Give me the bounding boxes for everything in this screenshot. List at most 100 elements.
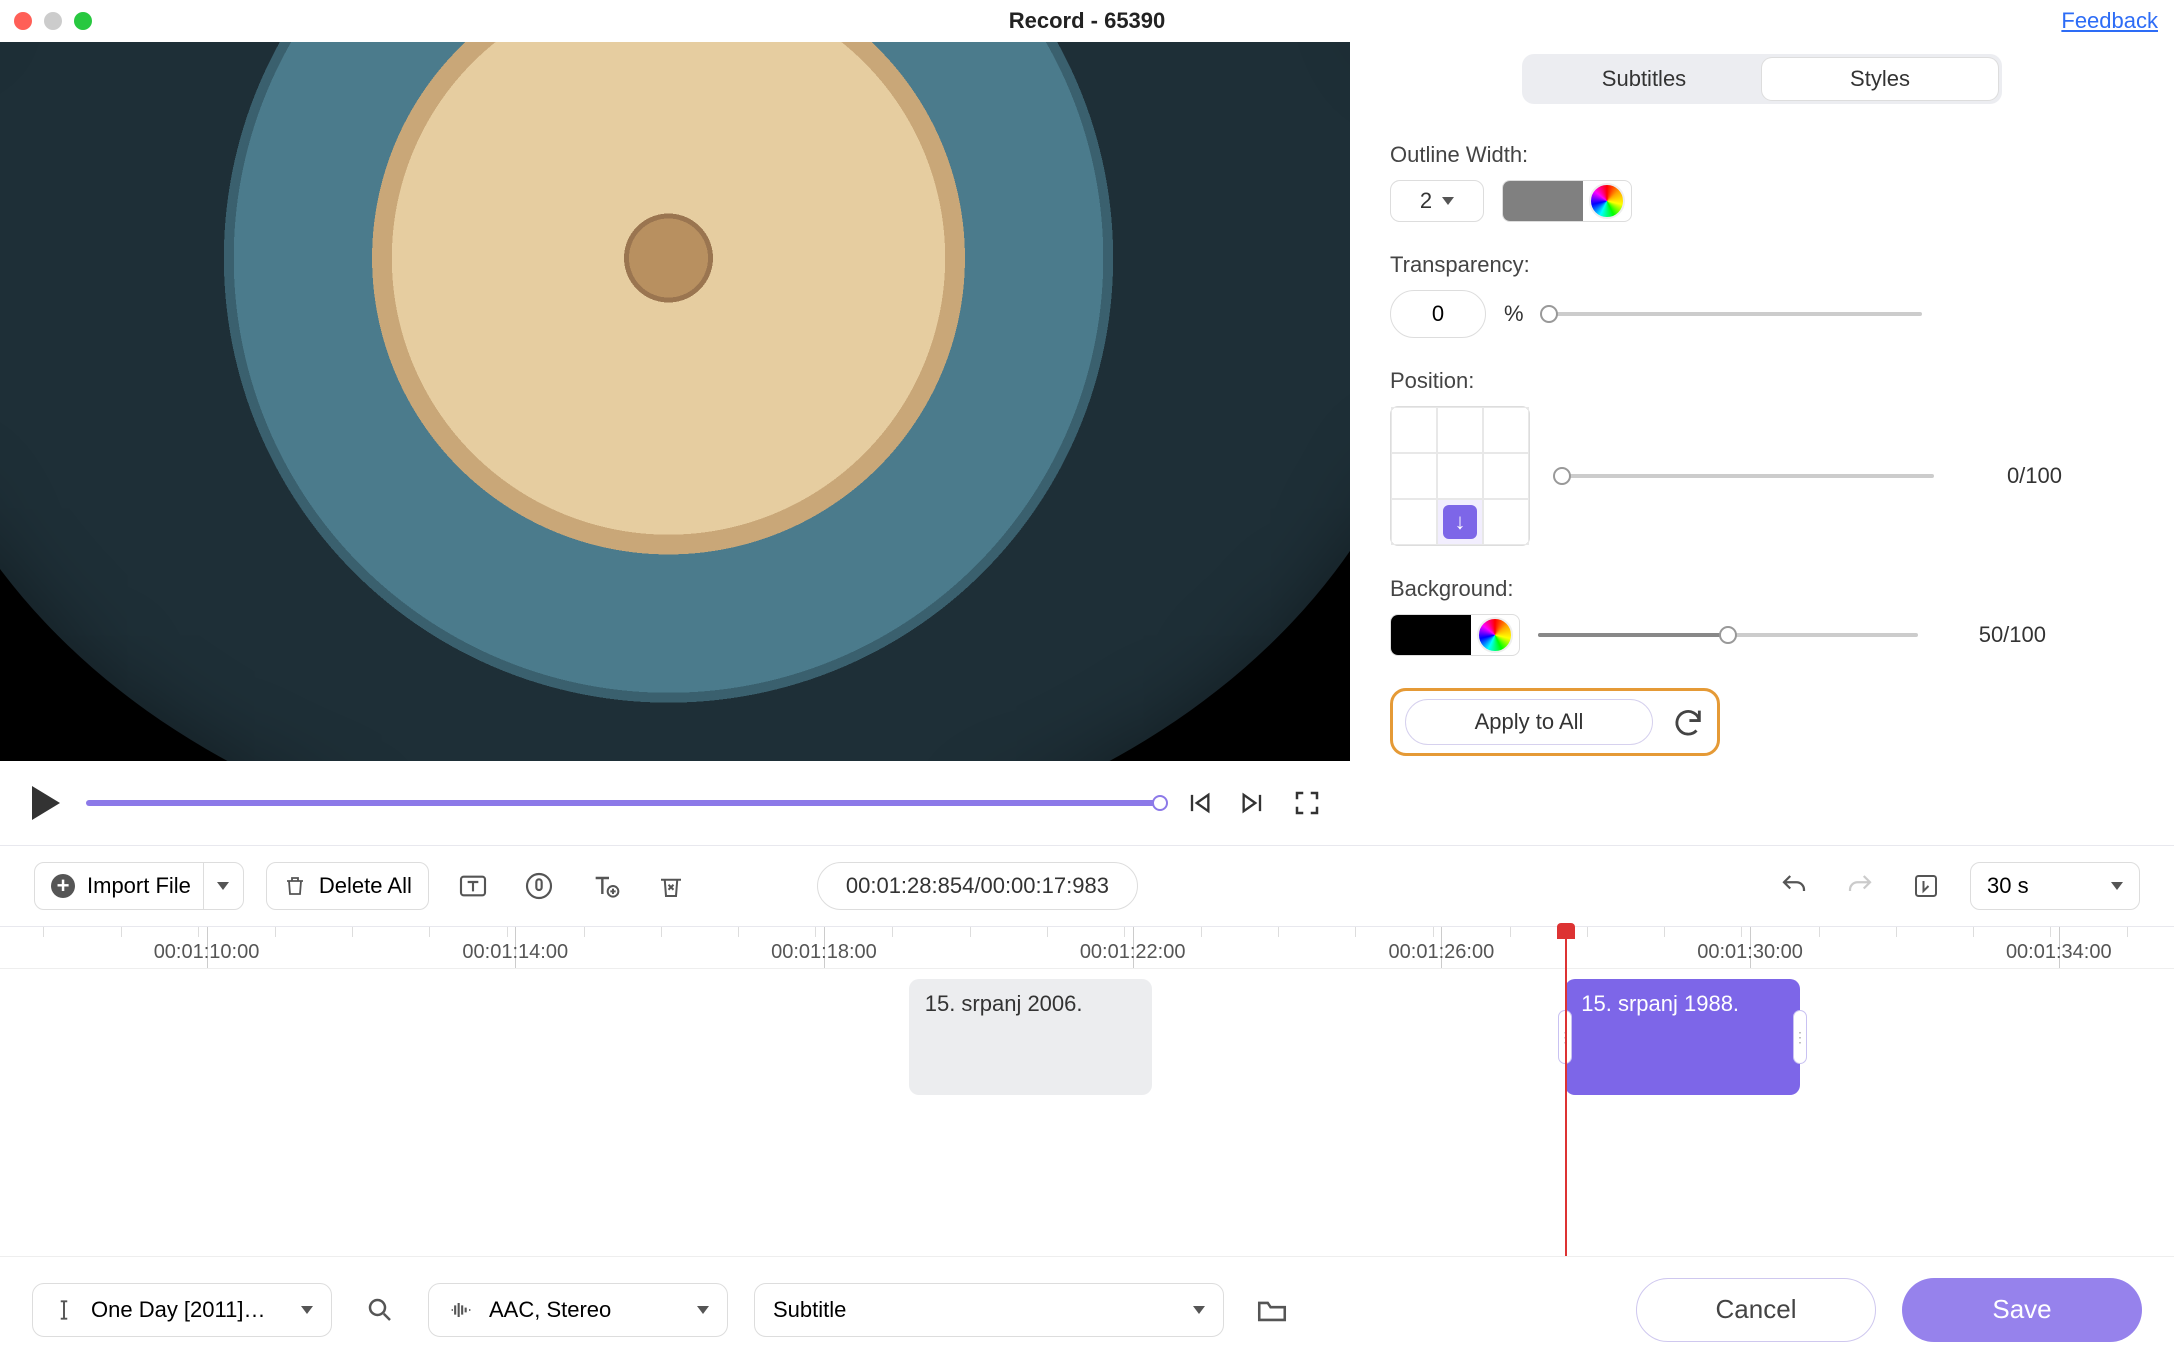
pos-mr[interactable] xyxy=(1483,453,1529,499)
preview-pane xyxy=(0,42,1350,845)
import-file-button[interactable]: + Import File xyxy=(34,862,244,910)
trash-icon xyxy=(283,874,307,898)
chevron-down-icon xyxy=(1442,197,1454,205)
folder-icon xyxy=(1255,1293,1289,1327)
pos-tc[interactable] xyxy=(1437,407,1483,453)
playhead[interactable] xyxy=(1565,927,1567,1256)
clip-text: 15. srpanj 1988. xyxy=(1581,991,1739,1017)
skip-forward-icon xyxy=(1239,789,1267,817)
progress-thumb[interactable] xyxy=(1152,795,1168,811)
outline-color-swatch xyxy=(1503,181,1583,221)
delete-all-label: Delete All xyxy=(319,873,412,899)
panel-tabs: Subtitles Styles xyxy=(1522,54,2002,104)
subtitle-clip[interactable]: 15. srpanj 2006. xyxy=(909,979,1152,1095)
cancel-button[interactable]: Cancel xyxy=(1636,1278,1876,1342)
voice-input-button[interactable] xyxy=(517,864,561,908)
import-file-dropdown[interactable] xyxy=(203,863,243,909)
minimize-window-button[interactable] xyxy=(44,12,62,30)
outline-color-picker[interactable] xyxy=(1502,180,1632,222)
close-window-button[interactable] xyxy=(14,12,32,30)
open-folder-button[interactable] xyxy=(1250,1288,1294,1332)
trash-x-icon xyxy=(656,871,686,901)
pos-tl[interactable] xyxy=(1391,407,1437,453)
ruler-label: 00:01:18:00 xyxy=(771,941,877,964)
timeline-toolbar: + Import File Delete All 00:01:28:854 / … xyxy=(0,845,2174,927)
transparency-input[interactable] xyxy=(1390,290,1486,338)
import-file-label: Import File xyxy=(87,873,191,899)
text-add-icon xyxy=(589,870,621,902)
chevron-down-icon xyxy=(217,882,229,890)
expand-icon xyxy=(1292,788,1322,818)
background-color-swatch xyxy=(1391,615,1471,655)
pos-tr[interactable] xyxy=(1483,407,1529,453)
ruler-label: 00:01:26:00 xyxy=(1389,941,1495,964)
feedback-link[interactable]: Feedback xyxy=(2061,8,2158,34)
skip-back-icon xyxy=(1185,789,1213,817)
zoom-select[interactable]: 30 s xyxy=(1970,862,2140,910)
refresh-icon xyxy=(1671,705,1705,739)
pos-mc[interactable] xyxy=(1437,453,1483,499)
pos-bc[interactable]: ↓ xyxy=(1437,499,1483,545)
subtitle-clip[interactable]: 15. srpanj 1988.⋮⋮ xyxy=(1565,979,1800,1095)
tab-subtitles[interactable]: Subtitles xyxy=(1526,58,1762,100)
insert-text-button[interactable] xyxy=(583,864,627,908)
plus-circle-icon: + xyxy=(51,874,75,898)
audio-format-select[interactable]: AAC, Stereo xyxy=(428,1283,728,1337)
pos-bl[interactable] xyxy=(1391,499,1437,545)
video-preview[interactable] xyxy=(0,42,1350,761)
transport-bar xyxy=(0,761,1350,845)
timeline-ruler[interactable]: 00:01:10:00 00:01:14:00 00:01:18:00 00:01:2… xyxy=(0,927,2174,969)
search-button[interactable] xyxy=(358,1288,402,1332)
ruler-label: 00:01:10:00 xyxy=(154,941,260,964)
text-box-icon xyxy=(457,870,489,902)
footer-bar: One Day [2011]… AAC, Stereo Subtitle Can… xyxy=(0,1256,2174,1362)
title-bar: Record - 65390 Feedback xyxy=(0,0,2174,42)
delete-all-button[interactable]: Delete All xyxy=(266,862,429,910)
maximize-window-button[interactable] xyxy=(74,12,92,30)
styles-panel: Subtitles Styles Outline Width: 2 Transp… xyxy=(1350,42,2174,845)
background-slider[interactable] xyxy=(1538,633,1918,637)
save-button[interactable]: Save xyxy=(1902,1278,2142,1342)
pos-ml[interactable] xyxy=(1391,453,1437,499)
background-color-picker[interactable] xyxy=(1390,614,1520,656)
transparency-unit: % xyxy=(1504,301,1524,327)
undo-button[interactable] xyxy=(1772,864,1816,908)
clip-handle-right[interactable]: ⋮ xyxy=(1793,1010,1807,1064)
position-label: Position: xyxy=(1390,368,2134,394)
redo-button[interactable] xyxy=(1838,864,1882,908)
position-grid[interactable]: ↓ xyxy=(1390,406,1530,546)
fullscreen-button[interactable] xyxy=(1290,786,1324,820)
progress-slider[interactable] xyxy=(86,800,1162,806)
snap-button[interactable] xyxy=(1904,864,1948,908)
transparency-slider-thumb[interactable] xyxy=(1540,305,1558,323)
play-button[interactable] xyxy=(26,783,66,823)
ruler-label: 00:01:30:00 xyxy=(1697,941,1803,964)
color-wheel-icon xyxy=(1477,617,1513,653)
background-slider-thumb[interactable] xyxy=(1719,626,1737,644)
tab-styles[interactable]: Styles xyxy=(1762,58,1998,100)
position-slider-thumb[interactable] xyxy=(1553,467,1571,485)
ruler-label: 00:01:34:00 xyxy=(2006,941,2112,964)
timeline-tracks[interactable]: 15. srpanj 2006. 15. srpanj 1988.⋮⋮ xyxy=(0,969,2174,1229)
apply-to-all-button[interactable]: Apply to All xyxy=(1405,699,1653,745)
outline-width-value: 2 xyxy=(1420,188,1432,214)
video-file-select[interactable]: One Day [2011]… xyxy=(32,1283,332,1337)
position-slider[interactable] xyxy=(1554,474,1934,478)
background-slider-fill xyxy=(1538,633,1728,637)
chevron-down-icon xyxy=(1193,1306,1205,1314)
outline-width-select[interactable]: 2 xyxy=(1390,180,1484,222)
ruler-label: 00:01:14:00 xyxy=(462,941,568,964)
pos-br[interactable] xyxy=(1483,499,1529,545)
window-controls xyxy=(14,12,92,30)
next-frame-button[interactable] xyxy=(1236,786,1270,820)
audio-format-value: AAC, Stereo xyxy=(489,1297,683,1323)
track-type-select[interactable]: Subtitle xyxy=(754,1283,1224,1337)
add-subtitle-button[interactable] xyxy=(451,864,495,908)
timeline[interactable]: 00:01:10:00 00:01:14:00 00:01:18:00 00:01:2… xyxy=(0,927,2174,1256)
undo-icon xyxy=(1779,871,1809,901)
reset-button[interactable] xyxy=(1671,705,1705,739)
delete-subtitle-button[interactable] xyxy=(649,864,693,908)
video-file-name: One Day [2011]… xyxy=(91,1297,287,1323)
prev-frame-button[interactable] xyxy=(1182,786,1216,820)
transparency-slider[interactable] xyxy=(1542,312,1922,316)
